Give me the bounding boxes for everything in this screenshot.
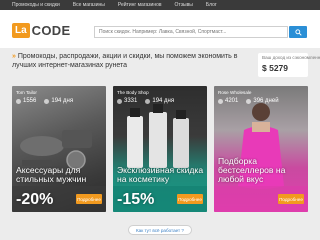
card-store-name[interactable]: Tom Tailor — [16, 90, 102, 95]
card-footer: -15% Подробнее — [113, 186, 207, 212]
how-it-works-button[interactable]: Как тут всё работает ? — [128, 225, 192, 235]
card-views: 4201 — [225, 98, 239, 104]
savings-value: $ 5279 — [262, 63, 288, 73]
site-logo[interactable]: La CODE — [12, 23, 70, 38]
card-views: 3331 — [124, 98, 138, 104]
card-stats: 1556 194 дня — [16, 98, 102, 104]
card-discount: -15% — [117, 191, 155, 208]
clock-icon — [44, 98, 50, 104]
card-store-name[interactable]: The Body Shop — [117, 90, 203, 95]
eye-icon — [16, 98, 21, 104]
logo-text: CODE — [31, 23, 71, 38]
search-button[interactable] — [289, 26, 307, 38]
savings-label: Ваш доход из сэкономленного — [262, 55, 320, 60]
card-days: 194 дня — [51, 98, 74, 104]
card-title: Подборка бестселлеров на любой вкус — [218, 156, 286, 184]
details-button[interactable]: Подробнее — [76, 194, 102, 204]
card-title: Аксессуары для стильных мужчин — [16, 165, 87, 184]
card-footer: -20% Подробнее — [12, 186, 106, 212]
logo-badge: La — [12, 23, 30, 38]
clock-icon — [246, 98, 252, 104]
card-days: 396 дней — [253, 98, 279, 104]
nav-item-reviews[interactable]: Отзывы — [175, 2, 193, 8]
promo-tagline: » Промокоды, распродажи, акции и скидки,… — [12, 52, 242, 70]
eye-icon — [117, 98, 122, 104]
clock-icon — [145, 98, 151, 104]
card-header: Rose Wholesale 4201 396 дней — [218, 90, 304, 104]
deal-card[interactable]: The Body Shop 3331 194 дня Эксклюзивная … — [113, 86, 207, 212]
deal-card[interactable]: Tom Tailor 1556 194 дня Аксессуары для с… — [12, 86, 106, 212]
promo-text: Промокоды, распродажи, акции и скидки, м… — [12, 53, 238, 69]
savings-box: Ваш доход из сэкономленного $ 5279 — [258, 53, 320, 77]
nav-item-blog[interactable]: Блог — [206, 2, 217, 8]
promo-arrows: » — [12, 53, 16, 60]
details-button[interactable]: Подробнее — [278, 194, 304, 204]
eye-icon — [218, 98, 223, 104]
card-title: Эксклюзивная скидка на косметику — [117, 165, 204, 184]
nav-item-all-stores[interactable]: Все магазины — [73, 2, 105, 8]
site-header: La CODE — [0, 10, 320, 48]
card-days: 194 дня — [152, 98, 175, 104]
card-views: 1556 — [23, 98, 37, 104]
card-discount: -20% — [16, 191, 54, 208]
nav-item-store-rating[interactable]: Рейтинг магазинов — [118, 2, 162, 8]
card-stats: 3331 194 дня — [117, 98, 203, 104]
card-footer: Подробнее — [214, 186, 308, 212]
card-header: The Body Shop 3331 194 дня — [117, 90, 203, 104]
card-store-name[interactable]: Rose Wholesale — [218, 90, 304, 95]
card-header: Tom Tailor 1556 194 дня — [16, 90, 102, 104]
nav-item-promocodes[interactable]: Промокоды и скидки — [12, 2, 60, 8]
deal-card[interactable]: Rose Wholesale 4201 396 дней Подборка бе… — [214, 86, 308, 212]
search-input[interactable] — [94, 26, 288, 38]
search-icon — [294, 28, 302, 36]
details-button[interactable]: Подробнее — [177, 194, 203, 204]
top-navigation: Промокоды и скидки Все магазины Рейтинг … — [0, 0, 320, 10]
card-stats: 4201 396 дней — [218, 98, 304, 104]
